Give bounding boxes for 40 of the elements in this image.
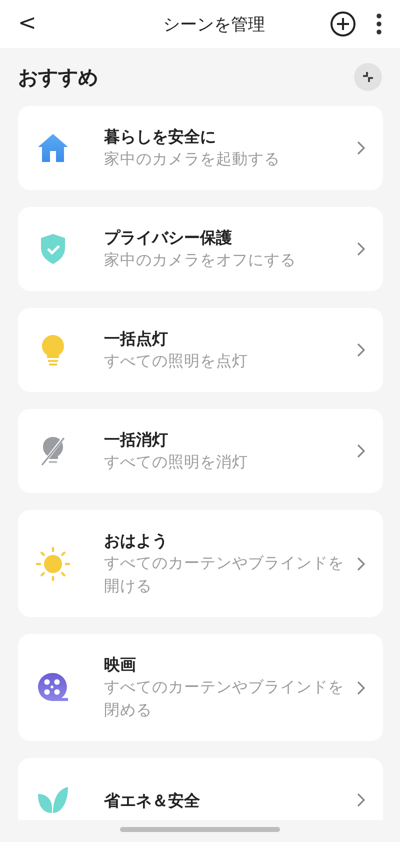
scene-title: 一括点灯 xyxy=(104,328,169,350)
shield-check-icon xyxy=(39,233,67,265)
scene-title: 映画 xyxy=(104,654,137,676)
chevron-right-icon xyxy=(357,556,365,570)
chevron-right-icon xyxy=(357,242,365,256)
back-button[interactable]: < xyxy=(12,13,42,35)
add-icon[interactable] xyxy=(330,11,356,37)
chevron-right-icon xyxy=(357,680,365,694)
bulb-off-icon xyxy=(40,435,66,467)
scene-description: 家中のカメラをオフにする xyxy=(104,250,297,271)
leaf-icon xyxy=(37,786,69,814)
chevron-right-icon xyxy=(357,141,365,155)
house-icon xyxy=(37,133,69,163)
film-reel-icon xyxy=(37,672,69,704)
scene-description: すべてのカーテンやブラインドを開ける xyxy=(104,553,345,597)
scene-title: 一括消灯 xyxy=(104,429,169,451)
chevron-right-icon xyxy=(357,793,365,807)
chevron-right-icon xyxy=(357,444,365,458)
scene-description: すべての照明を消灯 xyxy=(104,452,249,473)
section-title: おすすめ xyxy=(18,64,98,90)
scene-title: 暮らしを安全に xyxy=(104,126,217,148)
scene-description: すべてのカーテンやブラインドを閉める xyxy=(104,677,345,721)
scene-card[interactable]: 映画 すべてのカーテンやブラインドを閉める xyxy=(18,634,383,741)
collapse-icon[interactable] xyxy=(354,63,382,91)
scene-card[interactable]: 一括消灯 すべての照明を消灯 xyxy=(18,409,383,493)
scene-card[interactable]: 暮らしを安全に 家中のカメラを起動する xyxy=(18,106,383,190)
scene-title: 省エネ＆安全 xyxy=(104,790,201,812)
chevron-right-icon xyxy=(357,343,365,357)
scene-card[interactable]: プライバシー保護 家中のカメラをオフにする xyxy=(18,207,383,291)
scene-card[interactable]: 一括点灯 すべての照明を点灯 xyxy=(18,308,383,392)
scene-card[interactable]: おはよう すべてのカーテンやブラインドを開ける xyxy=(18,510,383,617)
more-icon[interactable] xyxy=(376,13,382,35)
screen-title: シーンを管理 xyxy=(162,14,266,36)
scene-title: おはよう xyxy=(104,530,169,552)
scene-card[interactable]: 省エネ＆安全 xyxy=(18,758,383,820)
sun-icon xyxy=(36,546,70,580)
bulb-icon xyxy=(41,334,65,366)
scene-description: 家中のカメラを起動する xyxy=(104,149,281,170)
scene-description: すべての照明を点灯 xyxy=(104,351,249,372)
scene-title: プライバシー保護 xyxy=(104,227,233,249)
